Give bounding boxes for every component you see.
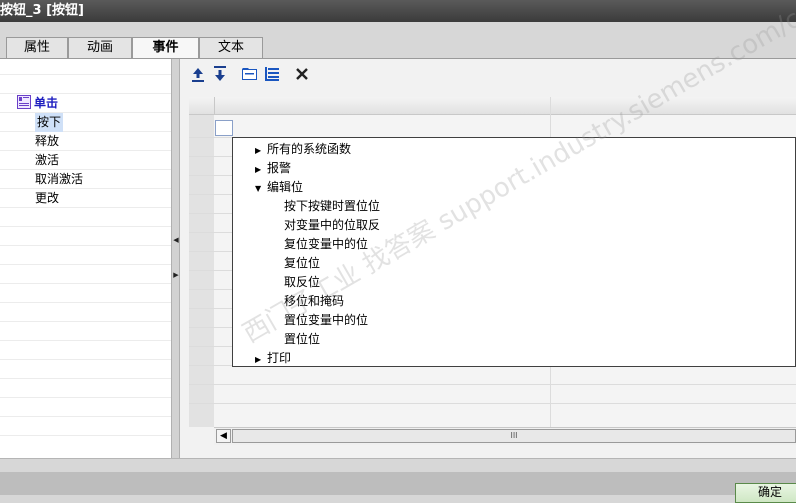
delete-icon[interactable] — [292, 64, 312, 84]
row-headers — [189, 115, 214, 427]
dropdown-item[interactable]: ▼ 编辑位 — [255, 178, 303, 197]
tab-text[interactable]: 文本 — [199, 37, 263, 58]
window-title: 按钮_3 [按钮] — [0, 0, 796, 22]
status-strip — [0, 458, 796, 473]
tab-events[interactable]: 事件 — [132, 37, 199, 59]
folder-icon[interactable] — [240, 64, 260, 84]
dropdown-subitem[interactable]: 取反位 — [284, 273, 320, 292]
scroll-left-icon[interactable]: ◀ — [216, 429, 231, 443]
panel-splitter[interactable]: ◀ ▶ — [171, 59, 180, 458]
horizontal-scrollbar[interactable]: ◀ III — [214, 427, 796, 445]
list-icon[interactable] — [262, 64, 282, 84]
event-click[interactable]: 单击 — [17, 94, 58, 113]
event-icon — [17, 95, 31, 109]
dropdown-subitem[interactable]: 对变量中的位取反 — [284, 216, 380, 235]
dropdown-item[interactable]: ▶ 所有的系统函数 — [255, 140, 351, 159]
dropdown-item[interactable]: ▶ 打印 — [255, 349, 291, 368]
ok-button[interactable]: 确定 — [735, 483, 796, 503]
expand-right-icon[interactable]: ▶ — [173, 270, 179, 280]
expand-arrow-icon: ▶ — [255, 146, 262, 155]
event-click-label: 单击 — [34, 96, 59, 110]
expand-arrow-icon: ▶ — [255, 355, 262, 364]
move-down-icon[interactable] — [210, 64, 230, 84]
dropdown-subitem[interactable]: 置位变量中的位 — [284, 311, 368, 330]
expand-arrow-icon: ▶ — [255, 165, 262, 174]
tab-strip: 属性 动画 事件 文本 — [0, 37, 796, 59]
tab-animation[interactable]: 动画 — [68, 37, 132, 58]
event-activate[interactable]: 激活 — [35, 151, 59, 170]
event-release[interactable]: 释放 — [35, 132, 59, 151]
function-dropdown[interactable]: ▶ 所有的系统函数 ▶ 报警 ▼ 编辑位 按下按键时置位位 对变量中的位取反 复位变量… — [232, 0, 796, 368]
event-change[interactable]: 更改 — [35, 189, 59, 208]
move-up-icon[interactable] — [188, 64, 208, 84]
table-header — [189, 97, 796, 115]
dropdown-subitem[interactable]: 按下按键时置位位 — [284, 197, 380, 216]
dropdown-item[interactable]: ▶ 报警 — [255, 159, 291, 178]
dropdown-subitem[interactable]: 移位和掩码 — [284, 292, 344, 311]
function-cell-input[interactable] — [215, 120, 233, 136]
dialog-footer — [0, 472, 796, 495]
event-press[interactable]: 按下 — [35, 113, 64, 132]
tab-properties[interactable]: 属性 — [6, 37, 68, 58]
scroll-thumb[interactable]: III — [232, 429, 796, 443]
dropdown-subitem[interactable]: 置位位 — [284, 330, 320, 349]
dropdown-subitem[interactable]: 复位变量中的位 — [284, 235, 368, 254]
dropdown-subitem[interactable]: 复位位 — [284, 254, 320, 273]
event-list-panel — [0, 59, 171, 458]
event-deactivate[interactable]: 取消激活 — [35, 170, 83, 189]
collapse-left-icon[interactable]: ◀ — [173, 235, 179, 245]
collapse-arrow-icon: ▼ — [255, 184, 262, 193]
title-spacer — [0, 22, 796, 37]
